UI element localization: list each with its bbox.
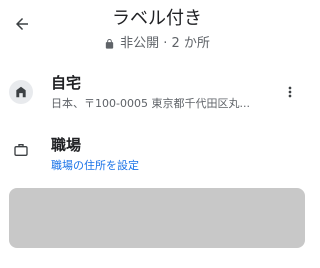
content-placeholder [9,188,305,248]
list-item-home[interactable]: 自宅 日本、〒100-0005 東京都千代田区丸... [0,70,314,122]
briefcase-icon-wrap [9,138,33,162]
home-icon-badge [9,80,33,104]
item-address-home: 日本、〒100-0005 東京都千代田区丸... [51,97,250,110]
list-privacy-summary: 非公開 · 2 か所 [0,36,314,52]
app-bar: ラベル付き 非公開 · 2 か所 [0,0,314,60]
list-item-work[interactable]: 職場 職場の住所を設定 [0,132,314,178]
set-work-address-link[interactable]: 職場の住所を設定 [51,159,139,173]
lock-icon [105,38,114,49]
more-options-button[interactable] [280,80,300,104]
briefcase-icon [14,144,28,156]
page-title: ラベル付き [112,8,202,29]
home-icon [16,86,26,98]
item-name-work: 職場 [51,136,82,154]
item-name-home: 自宅 [51,74,82,92]
more-vert-icon [288,86,292,98]
subtitle-text: 非公開 · 2 か所 [120,36,210,51]
